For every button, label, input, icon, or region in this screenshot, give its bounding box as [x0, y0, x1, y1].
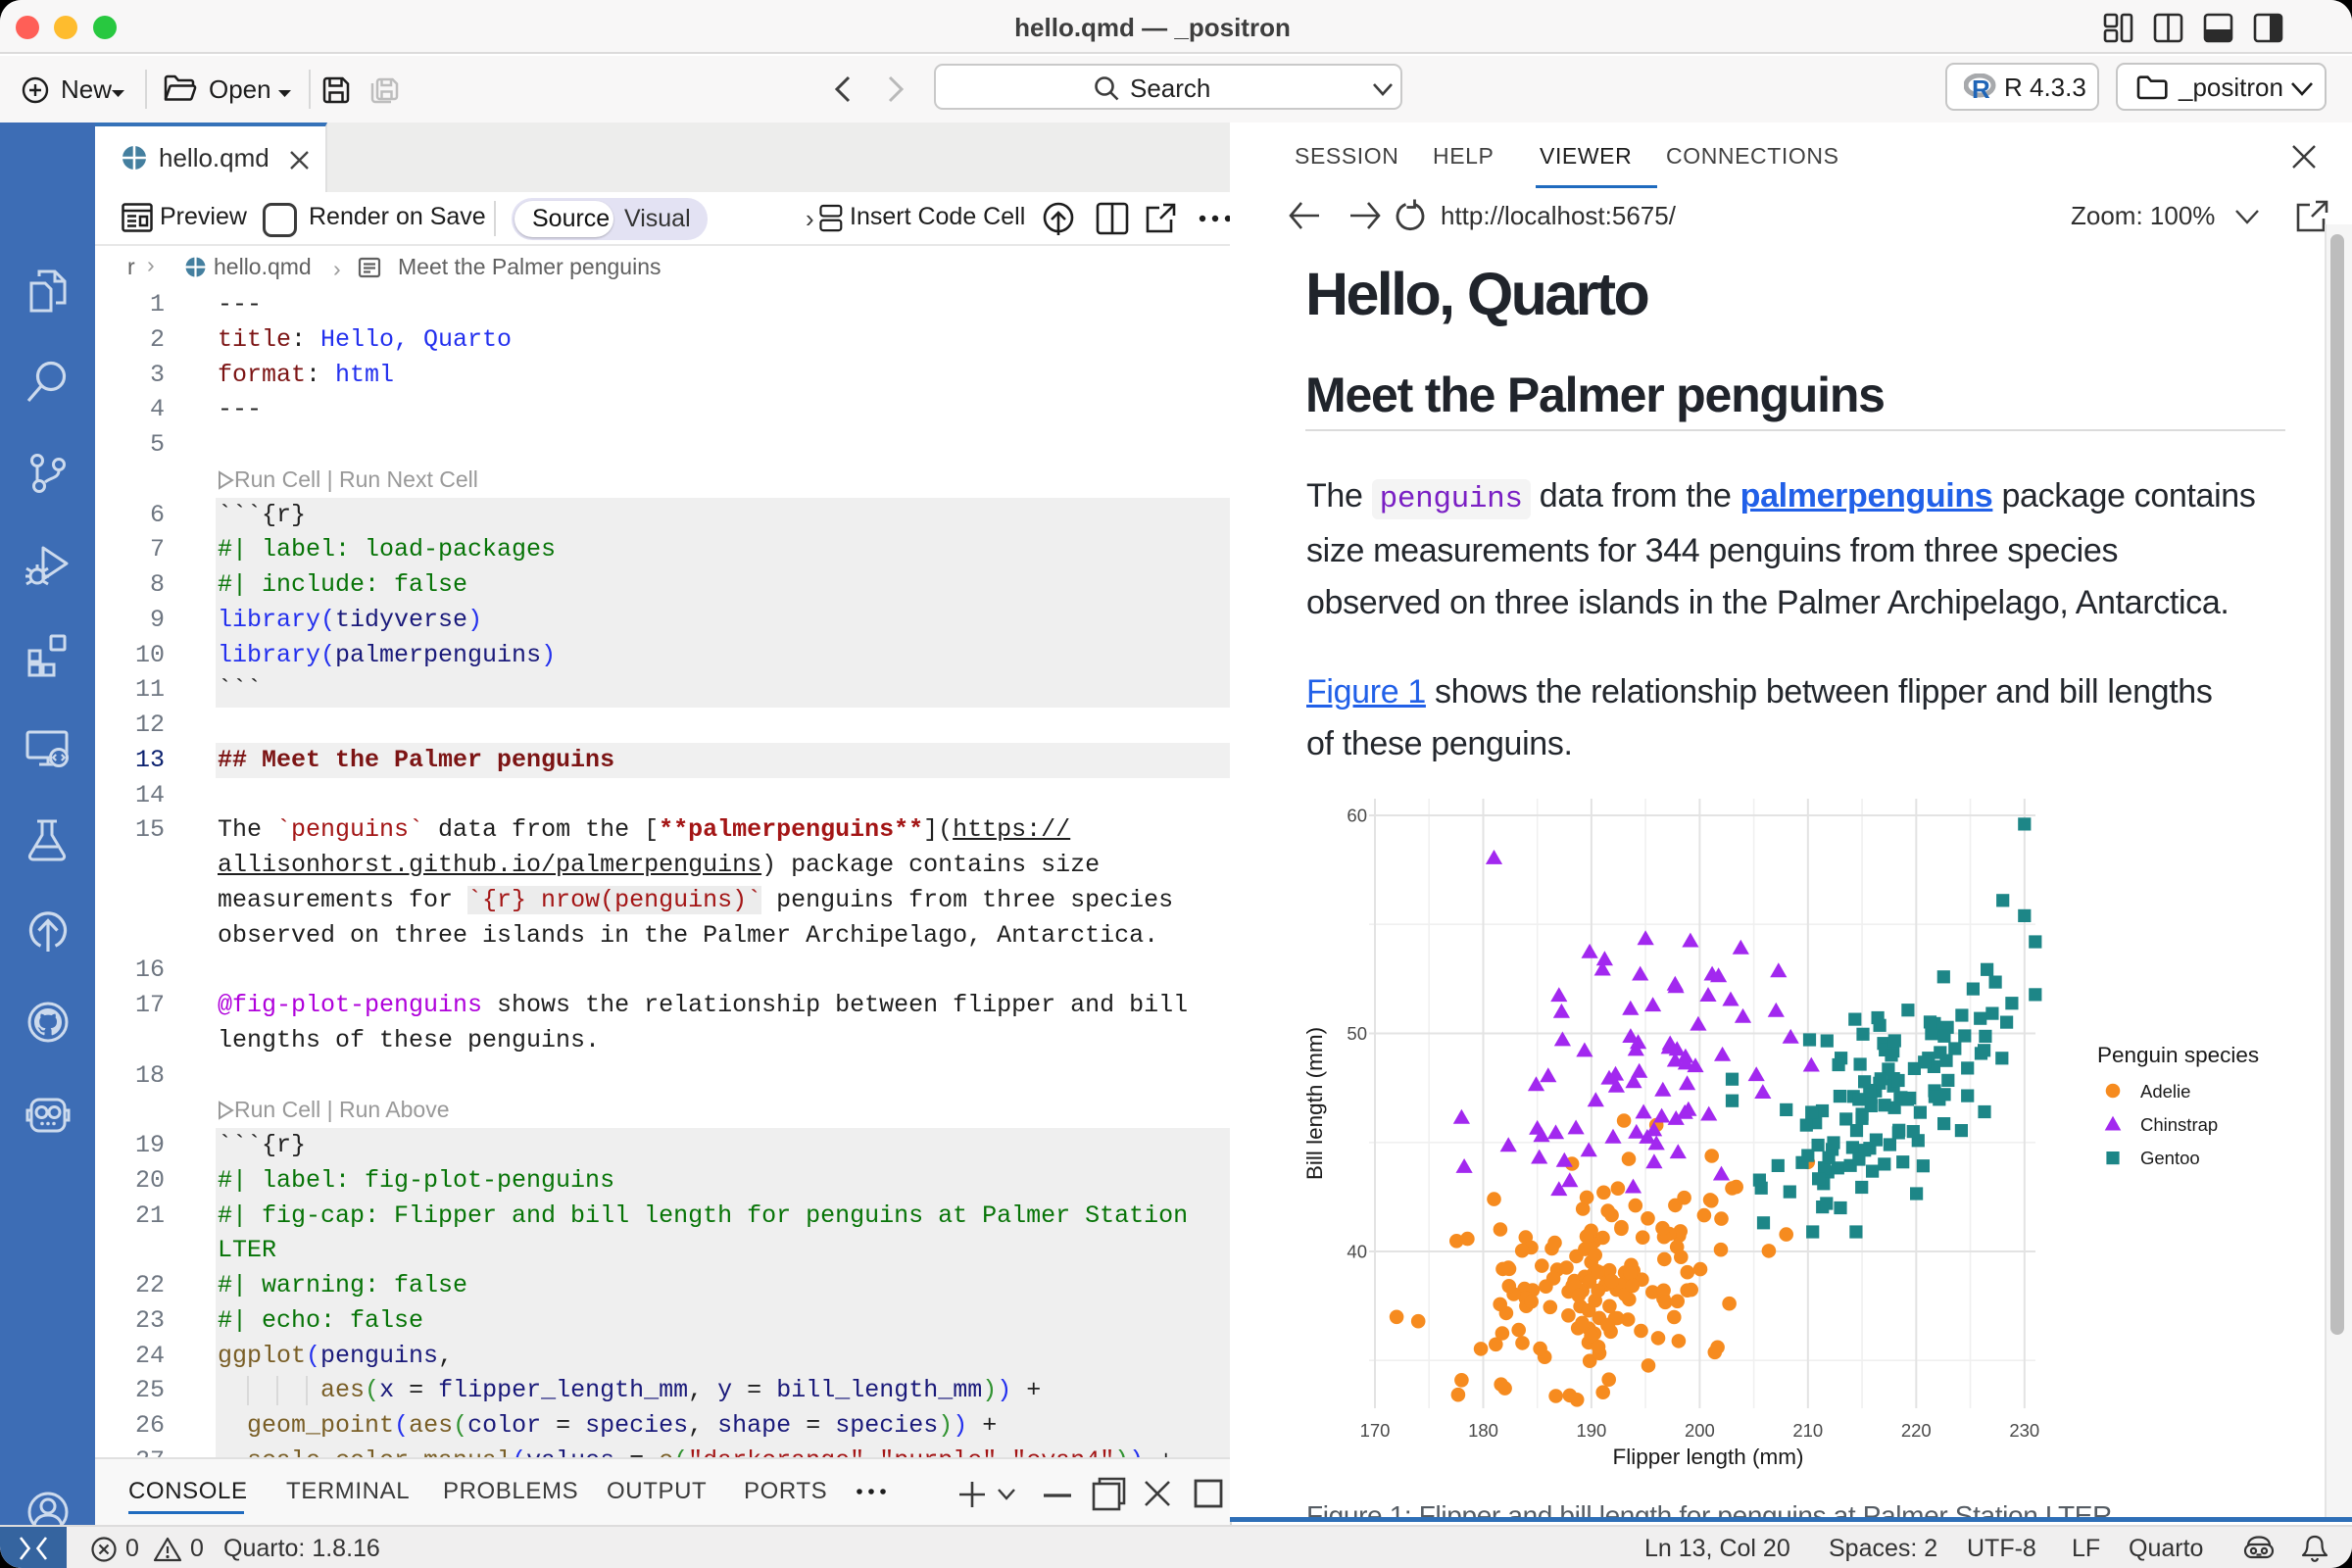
svg-text:210: 210	[1792, 1420, 1823, 1441]
svg-text:Bill length (mm): Bill length (mm)	[1302, 1027, 1327, 1180]
svg-text:220: 220	[1901, 1420, 1932, 1441]
svg-text:180: 180	[1468, 1420, 1498, 1441]
svg-text:190: 190	[1576, 1420, 1606, 1441]
svg-text:50: 50	[1347, 1023, 1367, 1044]
svg-text:Chinstrap: Chinstrap	[2140, 1114, 2218, 1135]
svg-text:170: 170	[1360, 1420, 1391, 1441]
svg-text:60: 60	[1347, 806, 1367, 826]
svg-text:Penguin species: Penguin species	[2097, 1043, 2259, 1067]
svg-text:200: 200	[1685, 1420, 1715, 1441]
svg-text:Adelie: Adelie	[2140, 1081, 2190, 1102]
svg-text:40: 40	[1347, 1242, 1367, 1262]
svg-text:Flipper length (mm): Flipper length (mm)	[1612, 1445, 1803, 1469]
svg-text:R: R	[1972, 74, 1990, 101]
svg-text:Gentoo: Gentoo	[2140, 1148, 2200, 1168]
svg-text:230: 230	[2009, 1420, 2039, 1441]
